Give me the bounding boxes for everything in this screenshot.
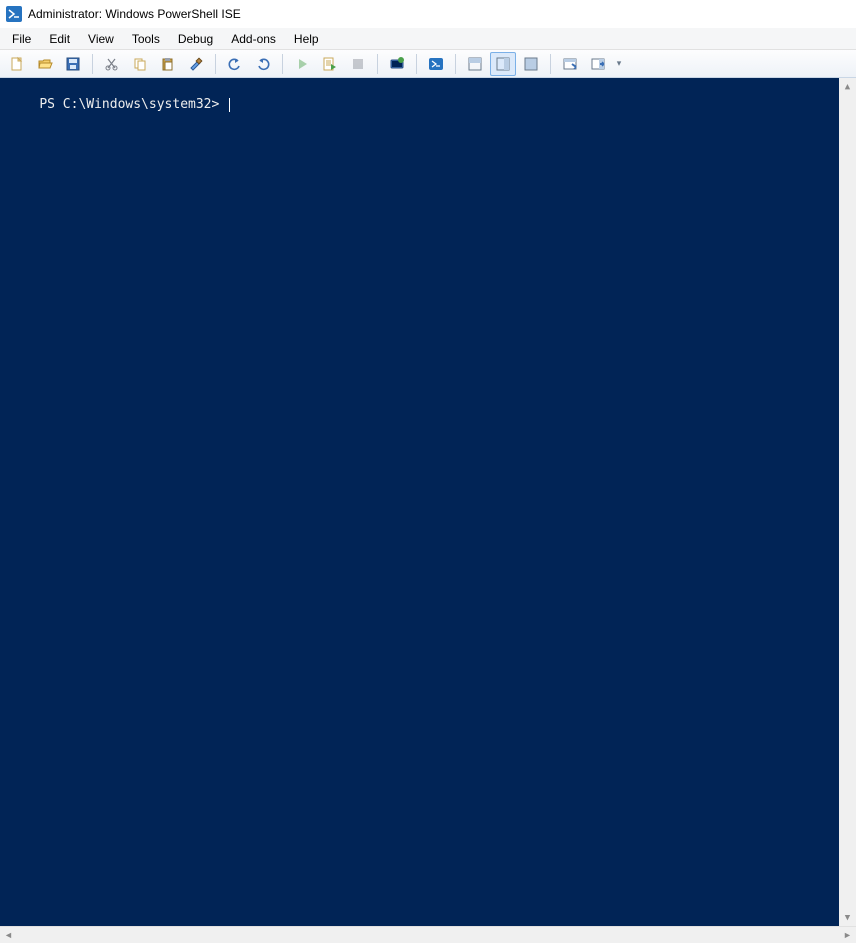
save-icon <box>65 56 81 72</box>
console-pane[interactable]: PS C:\Windows\system32> ▲ ▼ <box>0 78 856 926</box>
menu-file[interactable]: File <box>4 30 39 48</box>
redo-icon <box>255 56 271 72</box>
save-button[interactable] <box>60 52 86 76</box>
menu-view[interactable]: View <box>80 30 122 48</box>
toolbar-separator <box>92 54 93 74</box>
console-wrap: PS C:\Windows\system32> ▲ ▼ ◄ ► <box>0 78 856 943</box>
show-command-window-button[interactable] <box>557 52 583 76</box>
play-icon <box>294 56 310 72</box>
show-command-addon-button[interactable] <box>585 52 611 76</box>
paste-button[interactable] <box>155 52 181 76</box>
copy-button[interactable] <box>127 52 153 76</box>
show-command-window-icon <box>562 56 578 72</box>
open-button[interactable] <box>32 52 58 76</box>
text-cursor <box>229 98 230 112</box>
new-button[interactable] <box>4 52 30 76</box>
new-remote-tab-button[interactable] <box>384 52 410 76</box>
run-selection-icon <box>322 56 338 72</box>
layout-right-icon <box>495 56 511 72</box>
clear-icon <box>188 56 204 72</box>
layout-max-button[interactable] <box>518 52 544 76</box>
show-command-addon-icon <box>590 56 606 72</box>
stop-button[interactable] <box>345 52 371 76</box>
scroll-right-arrow[interactable]: ► <box>839 930 856 940</box>
toolbar-separator <box>282 54 283 74</box>
open-icon <box>37 56 53 72</box>
horizontal-scrollbar[interactable]: ◄ ► <box>0 926 856 943</box>
cut-button[interactable] <box>99 52 125 76</box>
titlebar: Administrator: Windows PowerShell ISE <box>0 0 856 28</box>
layout-top-icon <box>467 56 483 72</box>
toolbar-overflow[interactable]: ▾ <box>613 52 625 76</box>
menubar: File Edit View Tools Debug Add-ons Help <box>0 28 856 50</box>
console-prompt: PS C:\Windows\system32> <box>39 97 227 112</box>
toolbar-separator <box>377 54 378 74</box>
cut-icon <box>104 56 120 72</box>
powershell-icon <box>428 56 444 72</box>
paste-icon <box>160 56 176 72</box>
menu-help[interactable]: Help <box>286 30 327 48</box>
copy-icon <box>132 56 148 72</box>
layout-top-button[interactable] <box>462 52 488 76</box>
menu-addons[interactable]: Add-ons <box>223 30 284 48</box>
start-powershell-button[interactable] <box>423 52 449 76</box>
toolbar-separator <box>215 54 216 74</box>
menu-edit[interactable]: Edit <box>41 30 78 48</box>
vertical-scrollbar[interactable]: ▲ ▼ <box>839 78 856 926</box>
toolbar-separator <box>550 54 551 74</box>
menu-debug[interactable]: Debug <box>170 30 221 48</box>
stop-icon <box>350 56 366 72</box>
scroll-down-arrow[interactable]: ▼ <box>839 909 856 926</box>
layout-max-icon <box>523 56 539 72</box>
scroll-up-arrow[interactable]: ▲ <box>839 78 856 95</box>
redo-button[interactable] <box>250 52 276 76</box>
toolbar-separator <box>455 54 456 74</box>
undo-icon <box>227 56 243 72</box>
new-icon <box>9 56 25 72</box>
undo-button[interactable] <box>222 52 248 76</box>
layout-right-button[interactable] <box>490 52 516 76</box>
menu-tools[interactable]: Tools <box>124 30 168 48</box>
run-selection-button[interactable] <box>317 52 343 76</box>
toolbar-separator <box>416 54 417 74</box>
window-title: Administrator: Windows PowerShell ISE <box>28 7 241 21</box>
clear-console-button[interactable] <box>183 52 209 76</box>
scroll-left-arrow[interactable]: ◄ <box>0 930 17 940</box>
run-script-button[interactable] <box>289 52 315 76</box>
remote-tab-icon <box>389 56 405 72</box>
powershell-ise-icon <box>6 6 22 22</box>
toolbar: ▾ <box>0 50 856 78</box>
